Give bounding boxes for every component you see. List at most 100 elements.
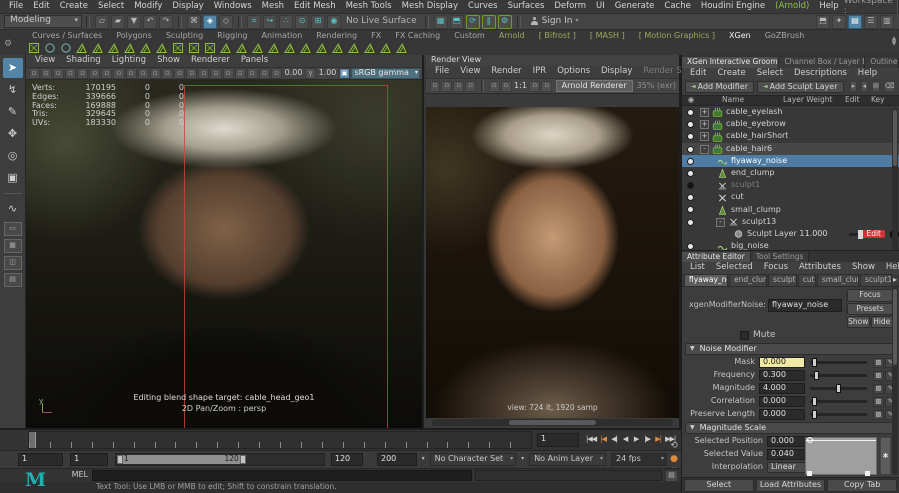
- node-tab-sculpt1[interactable]: sculpt1: [768, 274, 797, 285]
- field-chart-icon[interactable]: ▫: [162, 68, 173, 79]
- select-camera-icon[interactable]: ▫: [29, 68, 40, 79]
- pause-ipr-icon[interactable]: ‖: [482, 15, 496, 29]
- persp-outliner-layout[interactable]: ◫: [4, 256, 22, 270]
- wireframe-icon[interactable]: ▫: [174, 68, 185, 79]
- save-scene-icon[interactable]: ▼: [127, 15, 141, 29]
- add-modifier-button[interactable]: ◄Add Modifier: [685, 81, 754, 94]
- render-view-menu-options[interactable]: Options: [552, 67, 595, 76]
- node-tab-sculpt13[interactable]: sculpt13: [860, 274, 892, 285]
- visibility-toggle[interactable]: [682, 231, 698, 238]
- split-pane-layout[interactable]: ▤: [4, 273, 22, 287]
- render-view-menu-file[interactable]: File: [430, 67, 454, 76]
- visibility-toggle[interactable]: [682, 109, 698, 116]
- select-button[interactable]: Select: [684, 479, 754, 492]
- shelf-tab-mash[interactable]: [ MASH ]: [584, 32, 631, 41]
- textured-icon[interactable]: ▫: [198, 68, 209, 79]
- channel-box-toggle-icon[interactable]: ▥: [880, 15, 894, 29]
- range-end-handle[interactable]: [240, 455, 246, 464]
- previous-frame-button[interactable]: ◀|: [609, 434, 619, 447]
- viewport-menu-lighting[interactable]: Lighting: [107, 56, 151, 65]
- tree-row-cut[interactable]: cut: [682, 192, 899, 204]
- groom-density-icon[interactable]: [362, 41, 377, 55]
- ramp-add-point-button[interactable]: ✱: [880, 437, 891, 475]
- snap-projected-center-icon[interactable]: ⊙: [295, 15, 309, 29]
- groom-menu-edit[interactable]: Edit: [685, 69, 711, 78]
- resolution-gate-icon[interactable]: ▫: [138, 68, 149, 79]
- scrollbar-thumb[interactable]: [893, 110, 897, 166]
- command-line-label[interactable]: MEL: [66, 471, 92, 480]
- xgen-guide-icon[interactable]: [74, 41, 89, 55]
- open-render-view-icon[interactable]: ▦: [434, 15, 448, 29]
- anim-layer-dropdown[interactable]: No Anim Layer: [529, 453, 606, 466]
- noise-modifier-section-header[interactable]: ▼ Noise Modifier: [685, 343, 896, 355]
- expander-collapsed[interactable]: +: [700, 120, 709, 129]
- image-plane-icon[interactable]: ▫: [77, 68, 88, 79]
- range-start-handle[interactable]: [117, 455, 123, 464]
- exposure-value[interactable]: 0.00: [285, 69, 303, 78]
- xgen-export-icon[interactable]: [170, 41, 185, 55]
- arnold-renderer-dropdown[interactable]: Arnold Renderer: [556, 80, 633, 93]
- visibility-toggle[interactable]: [682, 219, 698, 226]
- menu-modify[interactable]: Modify: [129, 0, 167, 12]
- delete-icon[interactable]: ⌫: [884, 81, 896, 92]
- isolate-select-icon[interactable]: ▫: [271, 68, 282, 79]
- ipr-render-icon[interactable]: ⟳: [466, 15, 480, 29]
- tree-row-cable-hairshort[interactable]: +cable_hairShort: [682, 131, 899, 143]
- ipr-render-icon[interactable]: ▫: [441, 81, 452, 92]
- menu-file[interactable]: File: [4, 0, 28, 12]
- visibility-toggle[interactable]: [682, 146, 698, 153]
- render-current-frame-icon[interactable]: ⬒: [450, 15, 464, 29]
- menu-ui[interactable]: UI: [591, 0, 610, 12]
- redo-icon[interactable]: ↷: [159, 15, 173, 29]
- render-settings-icon[interactable]: ▫: [465, 81, 476, 92]
- node-tab-end-clump[interactable]: end_clump: [729, 274, 767, 285]
- xgen-length-icon[interactable]: [138, 41, 153, 55]
- edit-layer-button[interactable]: Edit: [862, 230, 885, 238]
- menu-deform[interactable]: Deform: [549, 0, 591, 12]
- next-key-button[interactable]: ▶|: [653, 434, 663, 447]
- shelf-tab-gozbrush[interactable]: GoZBrush: [759, 32, 811, 41]
- sign-in-button[interactable]: Sign In▾: [531, 17, 579, 27]
- shelf-tab-motion-graphics[interactable]: [ Motion Graphics ]: [633, 32, 721, 41]
- film-gate-icon[interactable]: ▫: [126, 68, 137, 79]
- gate-mask-icon[interactable]: ▫: [150, 68, 161, 79]
- slider-handle[interactable]: [814, 371, 819, 380]
- presets-button[interactable]: Presets: [847, 303, 893, 315]
- visibility-toggle[interactable]: [682, 182, 698, 189]
- load-attributes-button[interactable]: Load Attributes: [756, 479, 826, 492]
- groom-menu-select[interactable]: Select: [752, 69, 788, 78]
- attribute-editor-toggle-icon[interactable]: ▤: [848, 15, 862, 29]
- xgen-sphere-icon[interactable]: [42, 41, 57, 55]
- shelf-tab-fx-caching[interactable]: FX Caching: [389, 32, 446, 41]
- attribute-slider[interactable]: [810, 413, 867, 416]
- focus-button[interactable]: Focus: [847, 289, 893, 301]
- visibility-toggle[interactable]: [682, 158, 698, 165]
- slider-handle[interactable]: [812, 358, 817, 367]
- ae-menu-help[interactable]: Help: [881, 263, 899, 272]
- render-view-hscrollbar[interactable]: [432, 419, 673, 426]
- 2d-pan-zoom-icon[interactable]: ▫: [89, 68, 100, 79]
- groom-smooth-icon[interactable]: [330, 41, 345, 55]
- select-hierarchy-icon[interactable]: ⌘: [187, 15, 201, 29]
- menu-set-dropdown[interactable]: Modeling: [4, 15, 82, 28]
- time-slider[interactable]: [28, 431, 532, 449]
- screen-ao-icon[interactable]: ▫: [235, 68, 246, 79]
- tree-row-end-clump[interactable]: end_clump: [682, 167, 899, 179]
- visibility-toggle[interactable]: [682, 133, 698, 140]
- expander-collapsed[interactable]: +: [700, 108, 709, 117]
- select-tool[interactable]: ➤: [3, 58, 23, 78]
- menu-edit[interactable]: Edit: [28, 0, 54, 12]
- menu-create[interactable]: Create: [55, 0, 93, 12]
- tree-row-flyaway-noise[interactable]: flyaway_noise: [682, 155, 899, 167]
- ramp-point[interactable]: [865, 471, 870, 476]
- shadows-icon[interactable]: ▫: [223, 68, 234, 79]
- export-preset-icon[interactable]: ✉: [872, 81, 880, 92]
- chevron-icon[interactable]: ▾: [417, 453, 430, 466]
- attribute-slider[interactable]: [810, 387, 867, 390]
- ramp-widget[interactable]: [805, 437, 877, 475]
- node-tab-small-clump[interactable]: small_clump: [817, 274, 859, 285]
- visibility-toggle[interactable]: [682, 243, 698, 250]
- collapse-all-icon[interactable]: ◂: [861, 81, 868, 92]
- ae-menu-focus[interactable]: Focus: [759, 263, 793, 272]
- next-frame-button[interactable]: |▶: [642, 434, 652, 447]
